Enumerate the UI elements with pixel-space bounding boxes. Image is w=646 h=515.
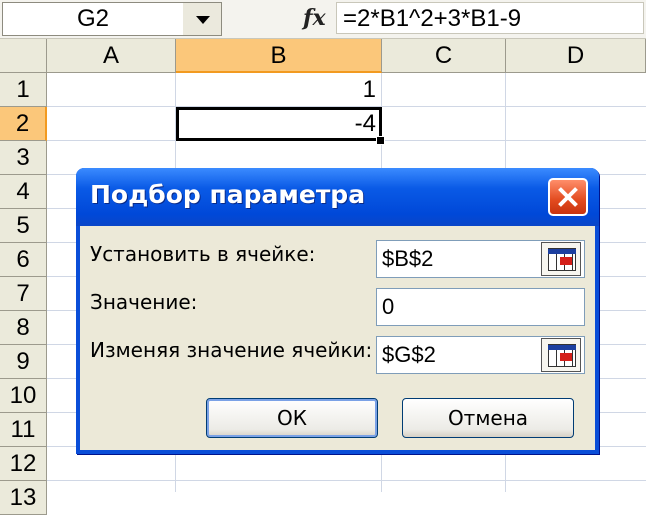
- gridline: [47, 480, 646, 481]
- fill-handle[interactable]: [376, 136, 385, 145]
- row-header-7[interactable]: 7: [0, 277, 47, 311]
- cancel-button[interactable]: Отмена: [402, 398, 574, 438]
- column-header-c[interactable]: C: [382, 39, 506, 73]
- active-cell-border: [176, 107, 382, 141]
- row-header-4[interactable]: 4: [0, 175, 47, 209]
- row-header-3[interactable]: 3: [0, 141, 47, 175]
- row-header-6[interactable]: 6: [0, 243, 47, 277]
- cell-b1[interactable]: 1: [176, 73, 382, 107]
- name-box[interactable]: G2: [2, 2, 184, 36]
- row-header-1[interactable]: 1: [0, 73, 47, 107]
- formula-bar: G2 fx =2*B1^2+3*B1-9: [0, 0, 646, 39]
- column-header-b[interactable]: B: [176, 39, 382, 73]
- insert-function-icon[interactable]: fx: [303, 2, 333, 34]
- ok-button[interactable]: ОК: [206, 398, 378, 438]
- row-header-5[interactable]: 5: [0, 209, 47, 243]
- row-header-9[interactable]: 9: [0, 345, 47, 379]
- name-box-dropdown-icon[interactable]: [183, 2, 222, 36]
- dialog-title: Подбор параметра: [90, 180, 366, 209]
- row-header-10[interactable]: 10: [0, 379, 47, 413]
- dialog-body: Установить в ячейке: $B$2 Значение: 0 Из…: [80, 226, 595, 450]
- row-header-13[interactable]: 13: [0, 481, 47, 515]
- value-label: Значение:: [90, 290, 198, 314]
- changing-cell-label: Изменяя значение ячейки:: [90, 338, 373, 362]
- row-header-12[interactable]: 12: [0, 447, 47, 481]
- row-header-11[interactable]: 11: [0, 413, 47, 447]
- row-header-2[interactable]: 2: [0, 107, 47, 141]
- row-header-8[interactable]: 8: [0, 311, 47, 345]
- dialog-title-bar[interactable]: Подбор параметра: [76, 168, 599, 226]
- select-all-corner[interactable]: [0, 39, 47, 73]
- close-icon[interactable]: [548, 178, 588, 216]
- column-header-d[interactable]: D: [506, 39, 646, 73]
- set-cell-label: Установить в ячейке:: [90, 242, 316, 266]
- formula-input[interactable]: =2*B1^2+3*B1-9: [336, 2, 644, 34]
- column-header-a[interactable]: A: [47, 39, 176, 73]
- set-cell-ref-picker-icon[interactable]: [541, 242, 581, 276]
- goal-seek-dialog: Подбор параметра Установить в ячейке: $B…: [76, 168, 599, 454]
- value-input[interactable]: 0: [376, 288, 585, 326]
- changing-cell-ref-picker-icon[interactable]: [541, 338, 581, 372]
